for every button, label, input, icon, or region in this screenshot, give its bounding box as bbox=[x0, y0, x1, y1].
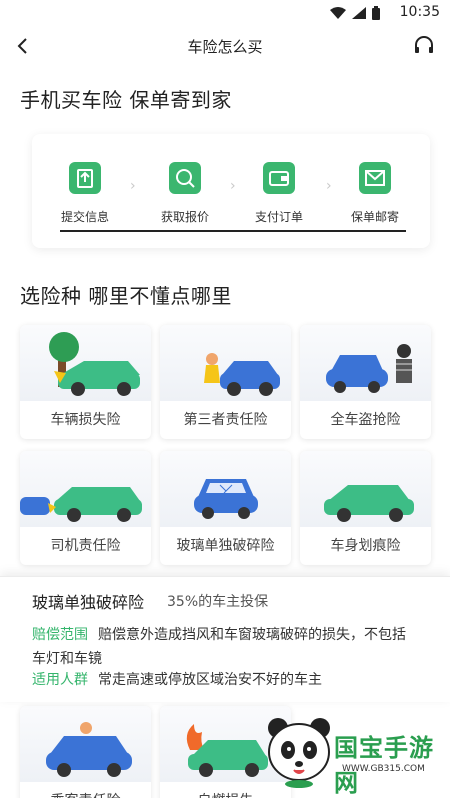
people-tag: 适用人群 bbox=[32, 672, 88, 688]
card-label: 全车盗抢险 bbox=[330, 412, 401, 428]
insurance-card-vehicle-damage[interactable]: 车辆损失险 bbox=[20, 325, 151, 439]
card-label: 车身划痕险 bbox=[330, 538, 401, 554]
status-time: 10:35 bbox=[399, 4, 440, 20]
card-label: 玻璃单独破碎险 bbox=[176, 538, 275, 554]
insurance-card-third-party[interactable]: 第三者责任险 bbox=[160, 325, 291, 439]
step-get-quote: 获取报价 bbox=[150, 162, 220, 225]
quote-icon bbox=[169, 162, 201, 194]
status-bar: 10:35 bbox=[0, 0, 450, 26]
steps-underline bbox=[60, 230, 406, 232]
watermark-url: WWW.GB315.COM bbox=[342, 764, 425, 774]
battery-icon bbox=[372, 6, 380, 20]
scope-text: 赔偿意外造成挡风和车窗玻璃破碎的损失，不包括车灯和车镜 bbox=[32, 627, 406, 667]
third-party-illustration bbox=[160, 325, 291, 401]
people-text: 常走高速或停放区域治安不好的车主 bbox=[98, 672, 322, 688]
detail-people: 适用人群 常走高速或停放区域治安不好的车主 bbox=[32, 669, 322, 689]
chevron-right-icon: › bbox=[326, 178, 332, 194]
section-heading-choose: 选险种 哪里不懂点哪里 bbox=[20, 284, 232, 308]
nav-bar: 车险怎么买 bbox=[0, 26, 450, 66]
detail-scope: 赔偿范围 赔偿意外造成挡风和车窗玻璃破碎的损失，不包括车灯和车镜 bbox=[32, 623, 412, 671]
insurance-card-driver-liability[interactable]: 司机责任险 bbox=[20, 451, 151, 565]
passenger-liability-illustration bbox=[20, 706, 151, 782]
insurance-detail-panel: 玻璃单独破碎险 35%的车主投保 赔偿范围 赔偿意外造成挡风和车窗玻璃破碎的损失，… bbox=[0, 576, 450, 702]
glass-illustration bbox=[160, 451, 291, 527]
step-label: 支付订单 bbox=[254, 210, 303, 224]
chevron-right-icon: › bbox=[130, 178, 136, 194]
wallet-icon bbox=[263, 162, 295, 194]
step-mail-policy: 保单邮寄 bbox=[340, 162, 410, 225]
card-label: 乘客责任险 bbox=[20, 790, 151, 798]
process-steps-card: 提交信息 › 获取报价 › 支付订单 › 保单邮寄 bbox=[32, 134, 430, 248]
detail-title: 玻璃单独破碎险 bbox=[32, 593, 145, 612]
section-heading-buy: 手机买车险 保单寄到家 bbox=[20, 88, 232, 112]
driver-liability-illustration bbox=[20, 451, 151, 527]
watermark-brand: 国宝手游网 bbox=[334, 734, 434, 797]
panda-logo-icon bbox=[268, 718, 330, 788]
step-submit-info: 提交信息 bbox=[50, 162, 120, 225]
upload-icon bbox=[69, 162, 101, 194]
step-label: 提交信息 bbox=[60, 210, 109, 224]
card-label: 司机责任险 bbox=[50, 538, 121, 554]
page-title: 车险怎么买 bbox=[187, 38, 263, 56]
vehicle-damage-illustration bbox=[20, 325, 151, 401]
step-label: 获取报价 bbox=[160, 210, 209, 224]
wifi-icon bbox=[330, 7, 346, 19]
chevron-right-icon: › bbox=[230, 178, 236, 194]
insurance-card-theft[interactable]: 全车盗抢险 bbox=[300, 325, 431, 439]
insurance-card-scratch[interactable]: 车身划痕险 bbox=[300, 451, 431, 565]
card-label: 第三者责任险 bbox=[183, 412, 268, 428]
theft-illustration bbox=[300, 325, 431, 401]
step-pay-order: 支付订单 bbox=[244, 162, 314, 225]
mail-icon bbox=[359, 162, 391, 194]
scratch-illustration bbox=[300, 451, 431, 527]
detail-subtitle: 35%的车主投保 bbox=[167, 594, 269, 610]
insurance-card-glass[interactable]: 玻璃单独破碎险 bbox=[160, 451, 291, 565]
insurance-card-passenger-liability[interactable]: 乘客责任险 bbox=[20, 706, 151, 798]
scope-tag: 赔偿范围 bbox=[32, 627, 88, 643]
signal-icon bbox=[352, 7, 366, 19]
customer-service-icon[interactable] bbox=[412, 34, 436, 58]
step-label: 保单邮寄 bbox=[350, 210, 399, 224]
status-icons bbox=[330, 6, 380, 20]
card-label: 车辆损失险 bbox=[50, 412, 121, 428]
watermark: 国宝手游网 WWW.GB315.COM bbox=[262, 712, 448, 797]
